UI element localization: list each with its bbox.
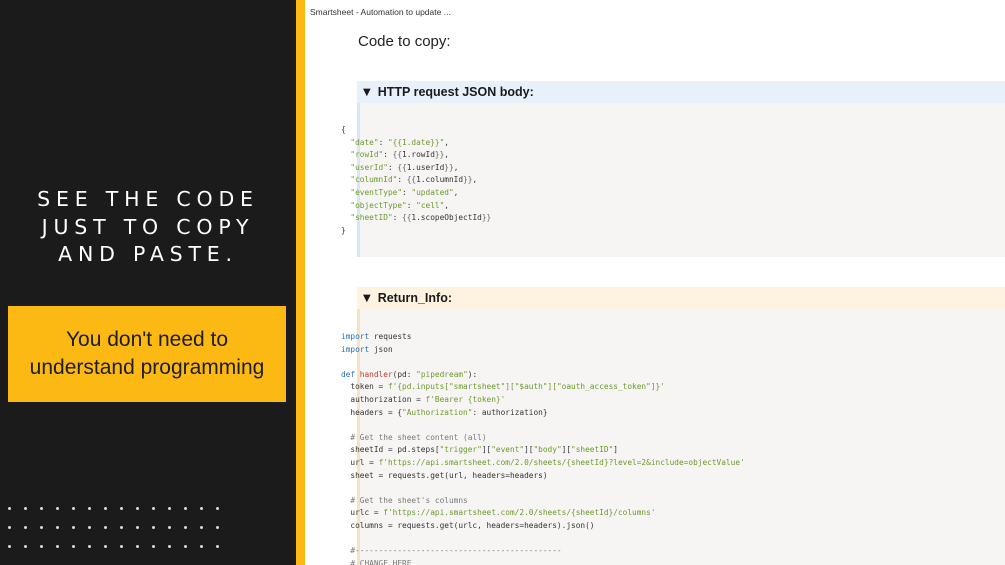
decorative-dot (40, 507, 43, 510)
section-header-json-body[interactable]: ▼ HTTP request JSON body: (357, 81, 1005, 103)
callout-text: You don't need to understand programming (29, 328, 265, 379)
headline-line-1: SEE THE CODE (37, 187, 259, 211)
decorative-dot (152, 507, 155, 510)
left-panel: SEE THE CODE JUST TO COPY AND PASTE. You… (0, 0, 296, 565)
decorative-dot (136, 507, 139, 510)
decorative-dot (56, 507, 59, 510)
decorative-dot (56, 545, 59, 548)
decorative-dot (168, 526, 171, 529)
page-heading: Code to copy: (358, 33, 451, 50)
decorative-dot (168, 545, 171, 548)
section-header-return-info[interactable]: ▼ Return_Info: (357, 287, 1005, 309)
decorative-dot (40, 526, 43, 529)
accent-divider (296, 0, 305, 565)
section-label: Return_Info: (377, 291, 453, 305)
decorative-dot (200, 545, 203, 548)
decorative-dot (152, 526, 155, 529)
code-content-python: import requests import json def handler(… (341, 332, 745, 565)
decorative-dot (24, 507, 27, 510)
decorative-dot (8, 507, 11, 510)
decorative-dot (8, 545, 11, 548)
decorative-dot (40, 545, 43, 548)
decorative-dot (104, 507, 107, 510)
document-title: Smartsheet - Automation to update ... (310, 7, 451, 17)
disclosure-triangle-icon[interactable]: ▼ (363, 87, 371, 98)
decorative-dot (120, 545, 123, 548)
decorative-dot (120, 526, 123, 529)
decorative-dot (104, 545, 107, 548)
headline-line-2: JUST TO COPY (41, 214, 255, 239)
decorative-dot (120, 507, 123, 510)
decorative-dot (152, 545, 155, 548)
decorative-dot (8, 526, 11, 529)
decorative-dot (168, 507, 171, 510)
decorative-dot (136, 545, 139, 548)
decorative-dot (200, 507, 203, 510)
decorative-dot (72, 526, 75, 529)
decorative-dot (88, 545, 91, 548)
dot-pattern (0, 500, 230, 564)
decorative-dot (136, 526, 139, 529)
decorative-dot (88, 526, 91, 529)
decorative-dot (72, 545, 75, 548)
decorative-dot (216, 507, 219, 510)
decorative-dot (184, 507, 187, 510)
headline-line-3: AND PASTE. (58, 242, 238, 266)
decorative-dot (72, 507, 75, 510)
disclosure-triangle-icon[interactable]: ▼ (363, 293, 371, 304)
decorative-dot (184, 526, 187, 529)
decorative-dot (216, 545, 219, 548)
callout-box: You don't need to understand programming (8, 306, 286, 402)
decorative-dot (216, 526, 219, 529)
decorative-dot (56, 526, 59, 529)
headline: SEE THE CODE JUST TO COPY AND PASTE. (0, 186, 296, 269)
decorative-dot (24, 526, 27, 529)
decorative-dot (104, 526, 107, 529)
decorative-dot (88, 507, 91, 510)
decorative-dot (184, 545, 187, 548)
code-content-json: { "date": "{{1.date}}", "rowId": {{1.row… (341, 125, 492, 235)
decorative-dot (200, 526, 203, 529)
section-label: HTTP request JSON body: (377, 85, 534, 99)
decorative-dot (24, 545, 27, 548)
document-view: Smartsheet - Automation to update ... Co… (305, 0, 1005, 565)
